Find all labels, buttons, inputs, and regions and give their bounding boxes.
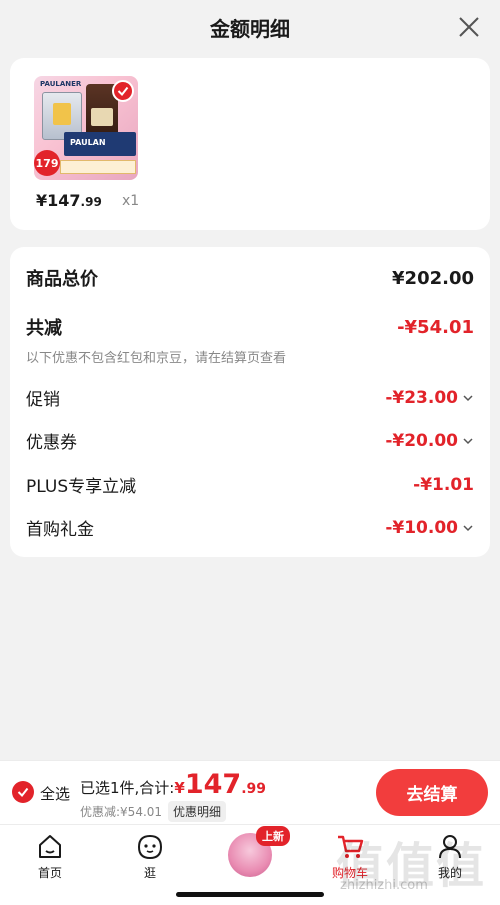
tab-cart[interactable]: 购物车 <box>300 825 400 889</box>
discount-summary-text: 优惠减:¥54.01 <box>80 805 163 819</box>
reduction-value: -¥54.01 <box>397 316 474 338</box>
product-image-price-badge: 179 <box>34 150 60 176</box>
total-amount-int: 147 <box>184 769 242 800</box>
modal-header: 金额明细 <box>0 0 500 55</box>
product-price-int: ¥147 <box>36 191 81 210</box>
tab-label: 购物车 <box>331 866 368 880</box>
tab-label: 逛 <box>143 866 156 880</box>
checkout-bar: 全选 已选1件,合计: ¥ 147 .99 优惠减:¥54.01 优惠明细 去结… <box>0 760 500 824</box>
total-value: ¥202.00 <box>392 267 474 289</box>
discount-value: -¥10.00 <box>385 518 474 538</box>
discount-detail-button[interactable]: 优惠明细 <box>168 801 227 822</box>
select-all-label[interactable]: 全选 <box>40 783 70 804</box>
product-card: PAULANER PAULAN 179 ¥147.99 x1 <box>10 58 490 230</box>
discount-value: -¥20.00 <box>385 431 474 451</box>
selected-check-icon <box>112 80 134 102</box>
discount-note: 以下优惠不包含红包和京豆，请在结算页查看 <box>26 351 287 366</box>
product-image-brand: PAULANER <box>40 80 82 88</box>
product-price: ¥147.99 <box>36 191 102 210</box>
price-breakdown-card: 商品总价 ¥202.00 共减 -¥54.01 以下优惠不包含红包和京豆，请在结… <box>10 247 490 557</box>
home-indicator <box>176 892 324 897</box>
tab-label: 首页 <box>37 866 62 880</box>
discount-amount: -¥20.00 <box>385 430 458 451</box>
discount-amount: -¥10.00 <box>385 517 458 538</box>
chevron-down-icon <box>463 437 473 444</box>
chevron-down-icon <box>463 524 473 531</box>
discount-value: -¥1.01 <box>413 475 474 495</box>
discount-row-coupon[interactable]: 优惠券 -¥20.00 <box>26 428 474 453</box>
total-prefix: 已选1件,合计: <box>80 779 175 797</box>
tab-label: 我的 <box>437 866 462 880</box>
tab-browse[interactable]: 逛 <box>100 825 200 889</box>
reduction-label: 共减 <box>26 318 62 339</box>
checkout-button[interactable]: 去结算 <box>376 769 488 816</box>
home-icon <box>39 835 61 858</box>
product-strip <box>60 160 136 174</box>
total-currency: ¥ <box>174 779 185 797</box>
check-icon <box>17 787 29 798</box>
discount-label: PLUS专享立减 <box>26 477 137 497</box>
total-row: 商品总价 ¥202.00 <box>26 265 474 291</box>
tab-profile[interactable]: 我的 <box>400 825 500 889</box>
browse-face-icon <box>137 834 163 860</box>
reduction-row: 共减 -¥54.01 <box>26 314 474 340</box>
total-summary: 已选1件,合计: ¥ 147 .99 <box>80 769 266 800</box>
discount-row-plus: PLUS专享立减 -¥1.01 <box>26 472 474 498</box>
discount-row-promotion[interactable]: 促销 -¥23.00 <box>26 385 474 410</box>
discount-label: 首购礼金 <box>26 520 94 540</box>
discount-label: 优惠券 <box>26 433 77 453</box>
product-price-dec: .99 <box>80 195 102 209</box>
discount-row-first-purchase[interactable]: 首购礼金 -¥10.00 <box>26 515 474 540</box>
discount-amount: -¥23.00 <box>385 387 458 408</box>
close-icon <box>459 17 479 37</box>
discount-value: -¥23.00 <box>385 388 474 408</box>
page-title: 金额明细 <box>210 17 290 41</box>
select-all-checkbox[interactable] <box>12 781 34 803</box>
discount-amount: -¥1.01 <box>413 474 474 495</box>
profile-icon <box>439 835 461 859</box>
chevron-down-icon <box>463 394 473 401</box>
discount-label: 促销 <box>26 390 60 410</box>
promo-new-badge: 上新 <box>256 826 290 846</box>
product-image[interactable]: PAULANER PAULAN 179 <box>34 76 138 180</box>
discount-summary: 优惠减:¥54.01 优惠明细 <box>80 801 227 822</box>
total-amount-dec: .99 <box>241 781 266 797</box>
product-quantity: x1 <box>122 193 140 209</box>
product-box-text: PAULAN <box>70 138 106 147</box>
cart-icon <box>338 835 364 858</box>
total-label: 商品总价 <box>26 269 98 290</box>
tab-home[interactable]: 首页 <box>0 825 100 889</box>
close-button[interactable] <box>458 16 480 38</box>
